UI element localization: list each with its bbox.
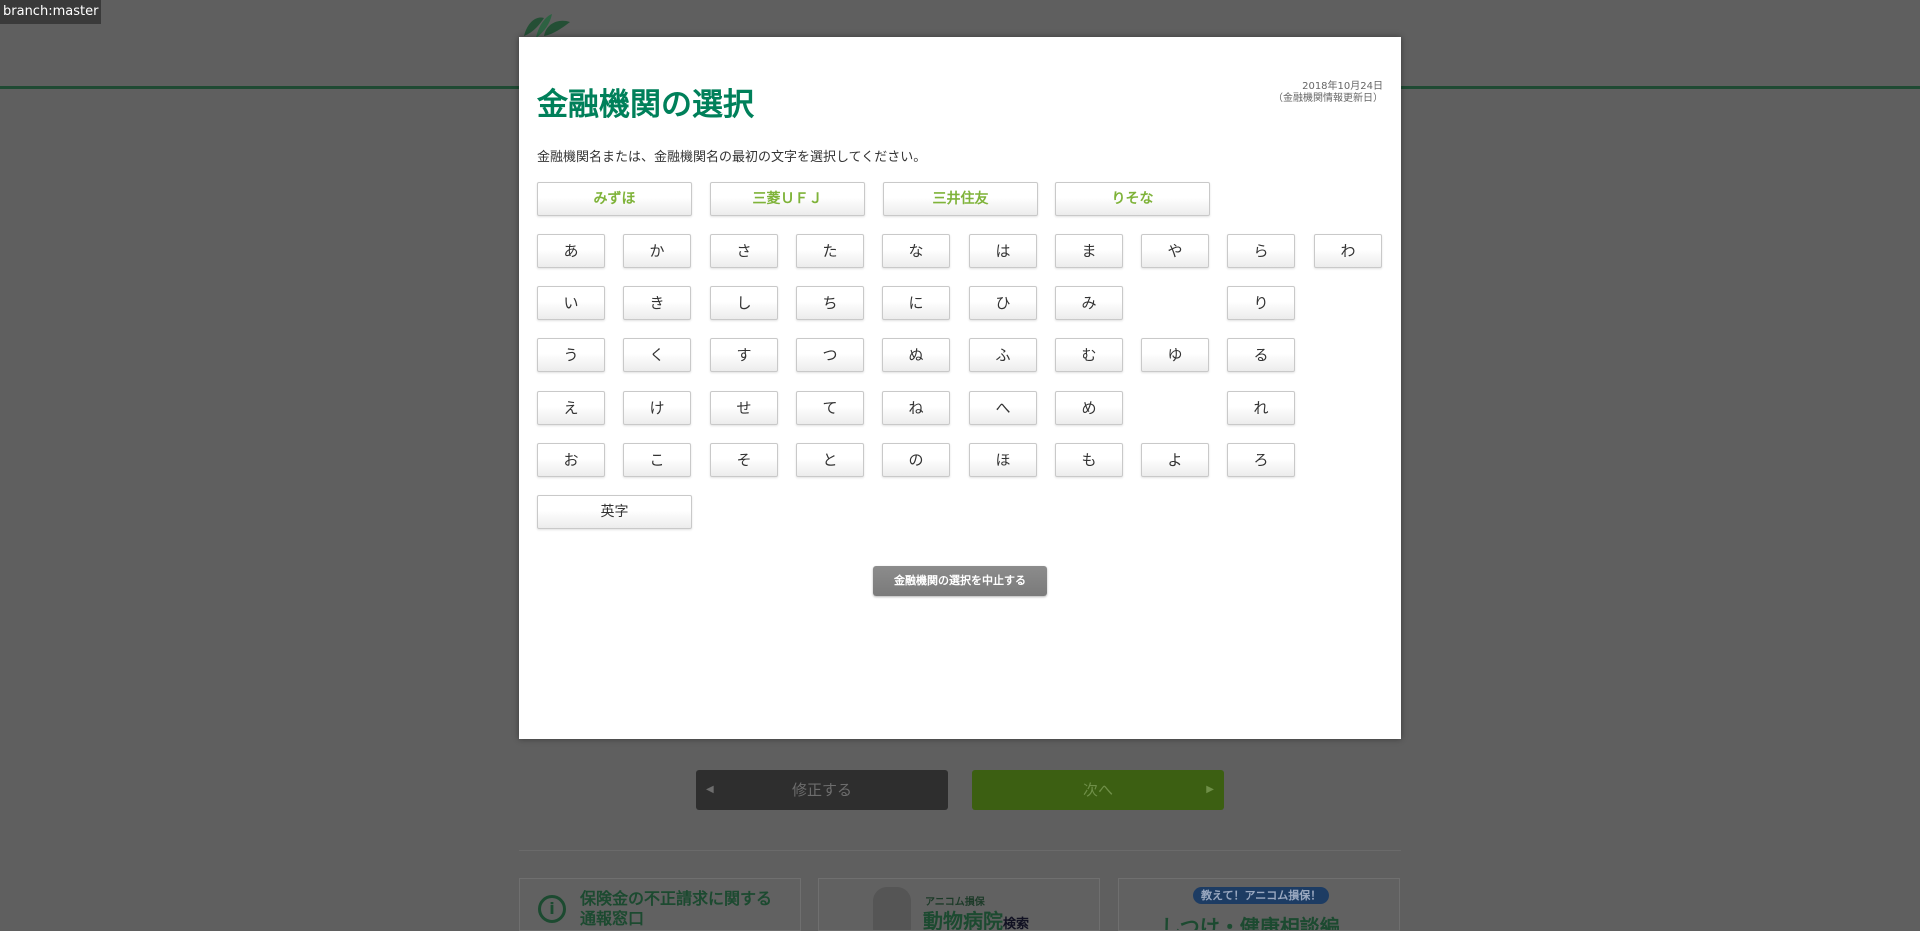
kana-button[interactable]: ほ bbox=[969, 443, 1037, 477]
kana-button[interactable]: る bbox=[1227, 338, 1295, 372]
footer-divider bbox=[519, 850, 1401, 851]
kana-button[interactable]: き bbox=[623, 286, 691, 320]
kana-button[interactable]: え bbox=[537, 391, 605, 425]
kana-button[interactable]: あ bbox=[537, 234, 605, 268]
consultation-pill: 教えて！アニコム損保！ bbox=[1193, 887, 1330, 904]
bank-select-modal: 金融機関の選択 2018年10月24日 （金融機関情報更新日） 金融機関名または… bbox=[519, 37, 1401, 739]
kana-button[interactable]: れ bbox=[1227, 391, 1295, 425]
kana-button[interactable]: ろ bbox=[1227, 443, 1295, 477]
kana-button[interactable]: ま bbox=[1055, 234, 1123, 268]
kana-button[interactable]: へ bbox=[969, 391, 1037, 425]
cancel-selection-button[interactable]: 金融機関の選択を中止する bbox=[873, 566, 1047, 596]
kana-button[interactable]: け bbox=[623, 391, 691, 425]
kana-button[interactable]: の bbox=[882, 443, 950, 477]
hospital-search-banner[interactable]: アニコム損保 動物病院検索 bbox=[818, 878, 1100, 931]
info-icon: i bbox=[538, 895, 566, 923]
major-bank-button[interactable]: 三菱ＵＦＪ bbox=[710, 182, 865, 216]
kana-button[interactable]: よ bbox=[1141, 443, 1209, 477]
kana-button[interactable]: ら bbox=[1227, 234, 1295, 268]
update-date-caption: （金融機関情報更新日） bbox=[1273, 93, 1383, 104]
back-button-label: 修正する bbox=[791, 781, 852, 799]
next-button-label: 次へ bbox=[1082, 781, 1113, 799]
kana-button[interactable]: ち bbox=[796, 286, 864, 320]
kana-button[interactable]: お bbox=[537, 443, 605, 477]
kana-button[interactable]: に bbox=[882, 286, 950, 320]
modal-title: 金融機関の選択 bbox=[537, 87, 754, 123]
major-bank-button[interactable]: みずほ bbox=[537, 182, 692, 216]
branch-badge: branch:master bbox=[0, 0, 102, 24]
consultation-title: しつけ・健康相談編 bbox=[1161, 915, 1340, 931]
hospital-search-suffix: 検索 bbox=[1003, 917, 1030, 931]
kana-button[interactable]: や bbox=[1141, 234, 1209, 268]
fraud-report-banner[interactable]: i 保険金の不正請求に関する 通報窓口 bbox=[519, 878, 801, 931]
kana-button[interactable]: こ bbox=[623, 443, 691, 477]
kana-button[interactable]: も bbox=[1055, 443, 1123, 477]
left-arrow-icon: ◀ bbox=[706, 784, 714, 795]
fraud-report-line2: 通報窓口 bbox=[580, 909, 645, 928]
kana-button[interactable]: な bbox=[882, 234, 950, 268]
update-date-value: 2018年10月24日 bbox=[1302, 81, 1383, 92]
major-bank-button[interactable]: 三井住友 bbox=[883, 182, 1038, 216]
fraud-report-line1: 保険金の不正請求に関する bbox=[580, 889, 773, 908]
kana-button[interactable]: そ bbox=[710, 443, 778, 477]
next-button[interactable]: 次へ ▶ bbox=[972, 770, 1224, 810]
kana-button[interactable]: と bbox=[796, 443, 864, 477]
update-date: 2018年10月24日 （金融機関情報更新日） bbox=[1273, 81, 1383, 105]
kana-button[interactable]: す bbox=[710, 338, 778, 372]
site-logo bbox=[524, 14, 570, 38]
kana-button[interactable]: つ bbox=[796, 338, 864, 372]
kana-button[interactable]: し bbox=[710, 286, 778, 320]
hospital-search-main: 動物病院 bbox=[923, 909, 1003, 931]
kana-button[interactable]: ひ bbox=[969, 286, 1037, 320]
major-bank-button[interactable]: りそな bbox=[1055, 182, 1210, 216]
consultation-banner[interactable]: 教えて！アニコム損保！ しつけ・健康相談編 bbox=[1118, 878, 1400, 931]
kana-button[interactable]: う bbox=[537, 338, 605, 372]
kana-button[interactable]: み bbox=[1055, 286, 1123, 320]
kana-button[interactable]: り bbox=[1227, 286, 1295, 320]
cat-magnifier-icon bbox=[873, 887, 911, 930]
kana-button[interactable]: め bbox=[1055, 391, 1123, 425]
kana-button[interactable]: せ bbox=[710, 391, 778, 425]
kana-button[interactable]: て bbox=[796, 391, 864, 425]
kana-button[interactable]: い bbox=[537, 286, 605, 320]
kana-button[interactable]: ふ bbox=[969, 338, 1037, 372]
hospital-search-title: 動物病院検索 bbox=[923, 905, 1030, 931]
kana-button[interactable]: ぬ bbox=[882, 338, 950, 372]
kana-button[interactable]: ね bbox=[882, 391, 950, 425]
kana-button[interactable]: さ bbox=[710, 234, 778, 268]
instruction-text: 金融機関名または、金融機関名の最初の文字を選択してください。 bbox=[537, 150, 927, 165]
kana-button[interactable]: わ bbox=[1314, 234, 1382, 268]
kana-button[interactable]: た bbox=[796, 234, 864, 268]
kana-button[interactable]: か bbox=[623, 234, 691, 268]
alphabet-button[interactable]: 英字 bbox=[537, 495, 692, 529]
back-button[interactable]: ◀ 修正する bbox=[696, 770, 948, 810]
kana-button[interactable]: く bbox=[623, 338, 691, 372]
kana-button[interactable]: む bbox=[1055, 338, 1123, 372]
right-arrow-icon: ▶ bbox=[1206, 784, 1214, 795]
kana-button[interactable]: ゆ bbox=[1141, 338, 1209, 372]
fraud-report-text: 保険金の不正請求に関する 通報窓口 bbox=[580, 889, 772, 929]
kana-button[interactable]: は bbox=[969, 234, 1037, 268]
